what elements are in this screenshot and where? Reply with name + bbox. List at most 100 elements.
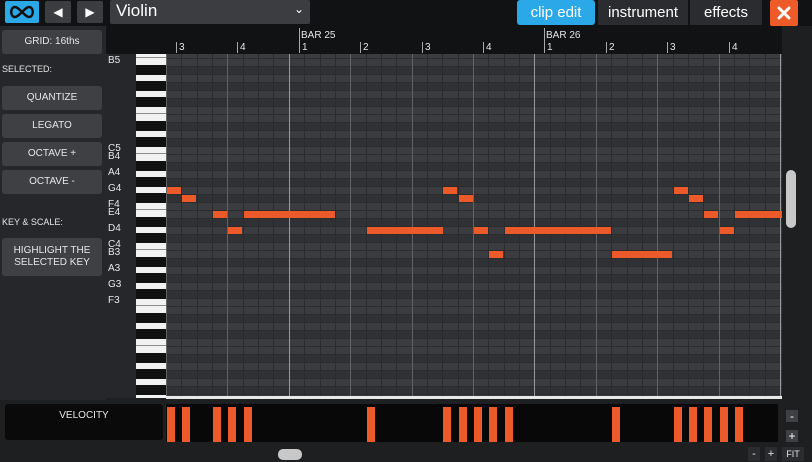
velocity-minus-button[interactable]: - <box>786 410 798 422</box>
velocity-bar[interactable] <box>459 407 467 442</box>
octave-up-button[interactable]: OCTAVE + <box>2 142 102 166</box>
velocity-label: VELOCITY <box>59 410 109 421</box>
velocity-bar[interactable] <box>704 407 712 442</box>
tab-clip-edit[interactable]: clip edit <box>517 0 595 25</box>
velocity-bar[interactable] <box>367 407 375 442</box>
velocity-bar[interactable] <box>720 407 728 442</box>
velocity-plus-button[interactable]: + <box>786 430 798 442</box>
note-block[interactable] <box>612 251 672 258</box>
beat-tick <box>667 42 668 53</box>
prev-arrow-icon[interactable]: ◀ <box>45 1 71 23</box>
black-key[interactable] <box>136 353 166 363</box>
vertical-scrollbar[interactable] <box>782 54 800 398</box>
note-block[interactable] <box>367 227 443 234</box>
black-key[interactable] <box>136 289 166 299</box>
pitch-label: G3 <box>108 279 122 290</box>
black-key[interactable] <box>136 121 166 131</box>
note-block[interactable] <box>244 211 335 218</box>
black-key[interactable] <box>136 97 166 107</box>
highlight-key-button[interactable]: HIGHLIGHT THE SELECTED KEY <box>2 238 102 276</box>
velocity-bar[interactable] <box>612 407 620 442</box>
black-key[interactable] <box>136 217 166 227</box>
key-scale-label: KEY & SCALE: <box>2 217 63 227</box>
velocity-bar[interactable] <box>674 407 682 442</box>
velocity-bar[interactable] <box>735 407 743 442</box>
black-key[interactable] <box>136 329 166 339</box>
octave-down-button[interactable]: OCTAVE - <box>2 170 102 194</box>
velocity-bar[interactable] <box>474 407 482 442</box>
vertical-scroll-thumb[interactable] <box>786 170 796 228</box>
black-key[interactable] <box>136 273 166 283</box>
note-block[interactable] <box>704 211 718 218</box>
velocity-bar[interactable] <box>443 407 451 442</box>
note-block[interactable] <box>720 227 734 234</box>
black-key[interactable] <box>136 137 166 147</box>
legato-button[interactable]: LEGATO <box>2 114 102 138</box>
beat-number: 3 <box>425 42 431 53</box>
black-key[interactable] <box>136 385 166 395</box>
note-block[interactable] <box>213 211 227 218</box>
black-key[interactable] <box>136 369 166 379</box>
top-bar: ◀ ▶ Violin ⌄ clip edit instrument effect… <box>0 0 812 26</box>
note-block[interactable] <box>459 195 473 202</box>
timeline-ruler[interactable]: 3 4 1 BAR 25 2 3 4 1 BAR 26 2 3 4 <box>106 26 782 54</box>
beat-number: 4 <box>732 42 738 53</box>
close-icon <box>777 6 791 20</box>
note-block[interactable] <box>489 251 503 258</box>
velocity-bar[interactable] <box>505 407 513 442</box>
black-key[interactable] <box>136 257 166 267</box>
beat-tick <box>422 42 423 53</box>
instrument-select[interactable]: Violin ⌄ <box>110 0 310 24</box>
beat-number: 4 <box>486 42 492 53</box>
note-block[interactable] <box>505 227 611 234</box>
black-key[interactable] <box>136 177 166 187</box>
note-block[interactable] <box>689 195 703 202</box>
grid-lines <box>166 54 782 398</box>
white-key-edge <box>136 153 166 154</box>
note-block[interactable] <box>474 227 488 234</box>
velocity-bar[interactable] <box>689 407 697 442</box>
white-key-edge <box>136 57 166 58</box>
velocity-bar[interactable] <box>182 407 190 442</box>
velocity-bar[interactable] <box>213 407 221 442</box>
velocity-bar[interactable] <box>167 407 175 442</box>
black-key[interactable] <box>136 161 166 171</box>
note-block[interactable] <box>735 211 782 218</box>
black-key[interactable] <box>136 65 166 75</box>
next-arrow-icon[interactable]: ▶ <box>77 1 103 23</box>
zoom-fit-button[interactable]: FIT <box>782 447 804 461</box>
beat-tick <box>176 42 177 53</box>
beat-tick <box>360 42 361 53</box>
black-key[interactable] <box>136 81 166 91</box>
black-key[interactable] <box>136 193 166 203</box>
note-block[interactable] <box>182 195 196 202</box>
instrument-name: Violin <box>116 1 158 20</box>
tab-effects[interactable]: effects <box>690 0 762 25</box>
grid-button[interactable]: GRID: 16ths <box>2 30 102 54</box>
piano-keyboard[interactable] <box>136 54 166 398</box>
velocity-bar[interactable] <box>489 407 497 442</box>
note-grid[interactable] <box>166 54 782 398</box>
horizontal-scrollbar[interactable] <box>166 446 744 462</box>
black-key[interactable] <box>136 313 166 323</box>
black-key[interactable] <box>136 233 166 243</box>
beat-tick <box>606 42 607 53</box>
quantize-button[interactable]: QUANTIZE <box>2 86 102 110</box>
velocity-lane[interactable] <box>166 404 778 442</box>
note-block[interactable] <box>443 187 457 194</box>
note-block[interactable] <box>167 187 181 194</box>
highlight-line-2: SELECTED KEY <box>14 257 90 268</box>
note-block[interactable] <box>228 227 242 234</box>
close-button[interactable] <box>770 0 798 26</box>
velocity-bar[interactable] <box>228 407 236 442</box>
velocity-bar[interactable] <box>244 407 252 442</box>
loop-logo-icon[interactable] <box>5 1 39 23</box>
horizontal-scroll-thumb[interactable] <box>278 449 302 460</box>
highlight-line-1: HIGHLIGHT THE <box>13 245 91 256</box>
tab-instrument[interactable]: instrument <box>598 0 688 25</box>
beat-number: 2 <box>363 42 369 53</box>
note-block[interactable] <box>674 187 688 194</box>
zoom-out-button[interactable]: - <box>748 447 760 461</box>
white-key-edge <box>136 345 166 346</box>
zoom-in-button[interactable]: + <box>765 447 777 461</box>
